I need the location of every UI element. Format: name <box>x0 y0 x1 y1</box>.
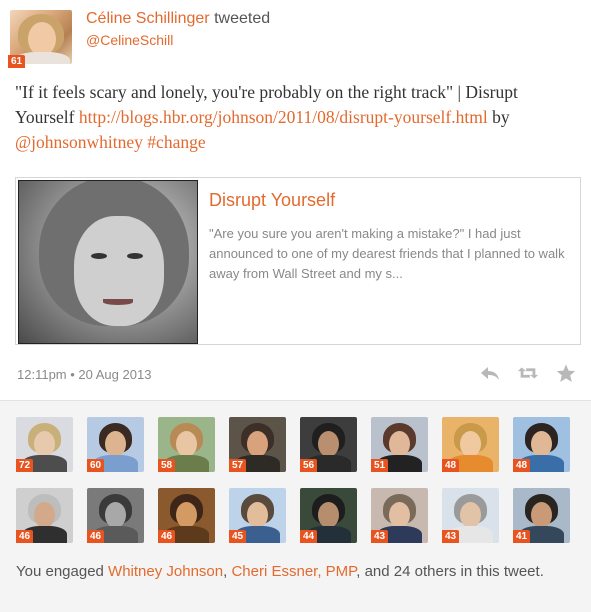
engager-avatar[interactable]: 48 <box>513 417 570 472</box>
tweet-hashtag[interactable]: #change <box>147 132 205 152</box>
engaged-user-link[interactable]: Cheri Essner, PMP <box>231 563 356 580</box>
action-verb: tweeted <box>214 10 271 27</box>
tweet-link[interactable]: http://blogs.hbr.org/johnson/2011/08/dis… <box>79 107 488 127</box>
engager-score-badge: 46 <box>16 530 34 543</box>
link-preview-card[interactable]: Disrupt Yourself "Are you sure you aren'… <box>15 177 581 345</box>
tweet-text: "If it feels scary and lonely, you're pr… <box>15 80 575 155</box>
engager-avatar[interactable]: 72 <box>16 417 73 472</box>
engager-score-badge: 72 <box>16 459 34 472</box>
retweet-icon[interactable] <box>517 362 539 384</box>
author-line: Céline Schillinger tweeted <box>86 10 270 28</box>
engager-avatar[interactable]: 60 <box>87 417 144 472</box>
preview-image <box>18 180 198 344</box>
author-name[interactable]: Céline Schillinger <box>86 10 210 27</box>
engager-score-badge: 43 <box>371 530 389 543</box>
author-score-badge: 61 <box>8 55 26 68</box>
engager-score-badge: 41 <box>513 530 531 543</box>
engager-avatar[interactable]: 41 <box>513 488 570 543</box>
engager-score-badge: 51 <box>371 459 389 472</box>
engagement-section: 72 60 58 57 56 51 48 48 46 46 46 45 44 43 43 41 You eng… <box>0 400 591 612</box>
engager-avatar[interactable]: 48 <box>442 417 499 472</box>
engager-avatar[interactable]: 44 <box>300 488 357 543</box>
author-handle[interactable]: @CelineSchill <box>86 32 173 48</box>
tweet-actions <box>479 362 577 384</box>
engager-score-badge: 44 <box>300 530 318 543</box>
engager-avatar[interactable]: 43 <box>442 488 499 543</box>
reply-icon[interactable] <box>479 362 501 384</box>
engager-avatar[interactable]: 46 <box>158 488 215 543</box>
star-icon[interactable] <box>555 362 577 384</box>
engager-score-badge: 60 <box>87 459 105 472</box>
engager-avatar[interactable]: 43 <box>371 488 428 543</box>
engager-score-badge: 46 <box>87 530 105 543</box>
engager-avatar[interactable]: 46 <box>87 488 144 543</box>
engager-score-badge: 43 <box>442 530 460 543</box>
tweet-mention[interactable]: @johnsonwhitney <box>15 132 143 152</box>
engagement-summary: You engaged Whitney Johnson, Cheri Essne… <box>16 561 576 583</box>
tweet-text-part: by <box>487 107 510 127</box>
engager-avatar[interactable]: 58 <box>158 417 215 472</box>
engager-avatar[interactable]: 56 <box>300 417 357 472</box>
tweet-card: 61 Céline Schillinger tweeted @CelineSch… <box>0 0 591 612</box>
preview-title[interactable]: Disrupt Yourself <box>209 190 335 211</box>
engagement-text: , and 24 others in this tweet. <box>356 563 544 580</box>
engager-avatar[interactable]: 45 <box>229 488 286 543</box>
engager-avatar[interactable]: 46 <box>16 488 73 543</box>
engager-avatar[interactable]: 51 <box>371 417 428 472</box>
engaged-user-link[interactable]: Whitney Johnson <box>108 563 223 580</box>
engager-score-badge: 45 <box>229 530 247 543</box>
engager-avatar-grid: 72 60 58 57 56 51 48 48 46 46 46 45 44 43 43 41 <box>16 417 576 543</box>
engager-score-badge: 58 <box>158 459 176 472</box>
engager-score-badge: 56 <box>300 459 318 472</box>
engager-score-badge: 57 <box>229 459 247 472</box>
preview-description: "Are you sure you aren't making a mistak… <box>209 226 565 281</box>
engager-score-badge: 48 <box>513 459 531 472</box>
tweet-timestamp[interactable]: 12:11pm • 20 Aug 2013 <box>17 367 151 382</box>
engager-score-badge: 48 <box>442 459 460 472</box>
engager-score-badge: 46 <box>158 530 176 543</box>
engagement-text: You engaged <box>16 563 109 580</box>
engager-avatar[interactable]: 57 <box>229 417 286 472</box>
author-avatar[interactable]: 61 <box>8 8 74 68</box>
